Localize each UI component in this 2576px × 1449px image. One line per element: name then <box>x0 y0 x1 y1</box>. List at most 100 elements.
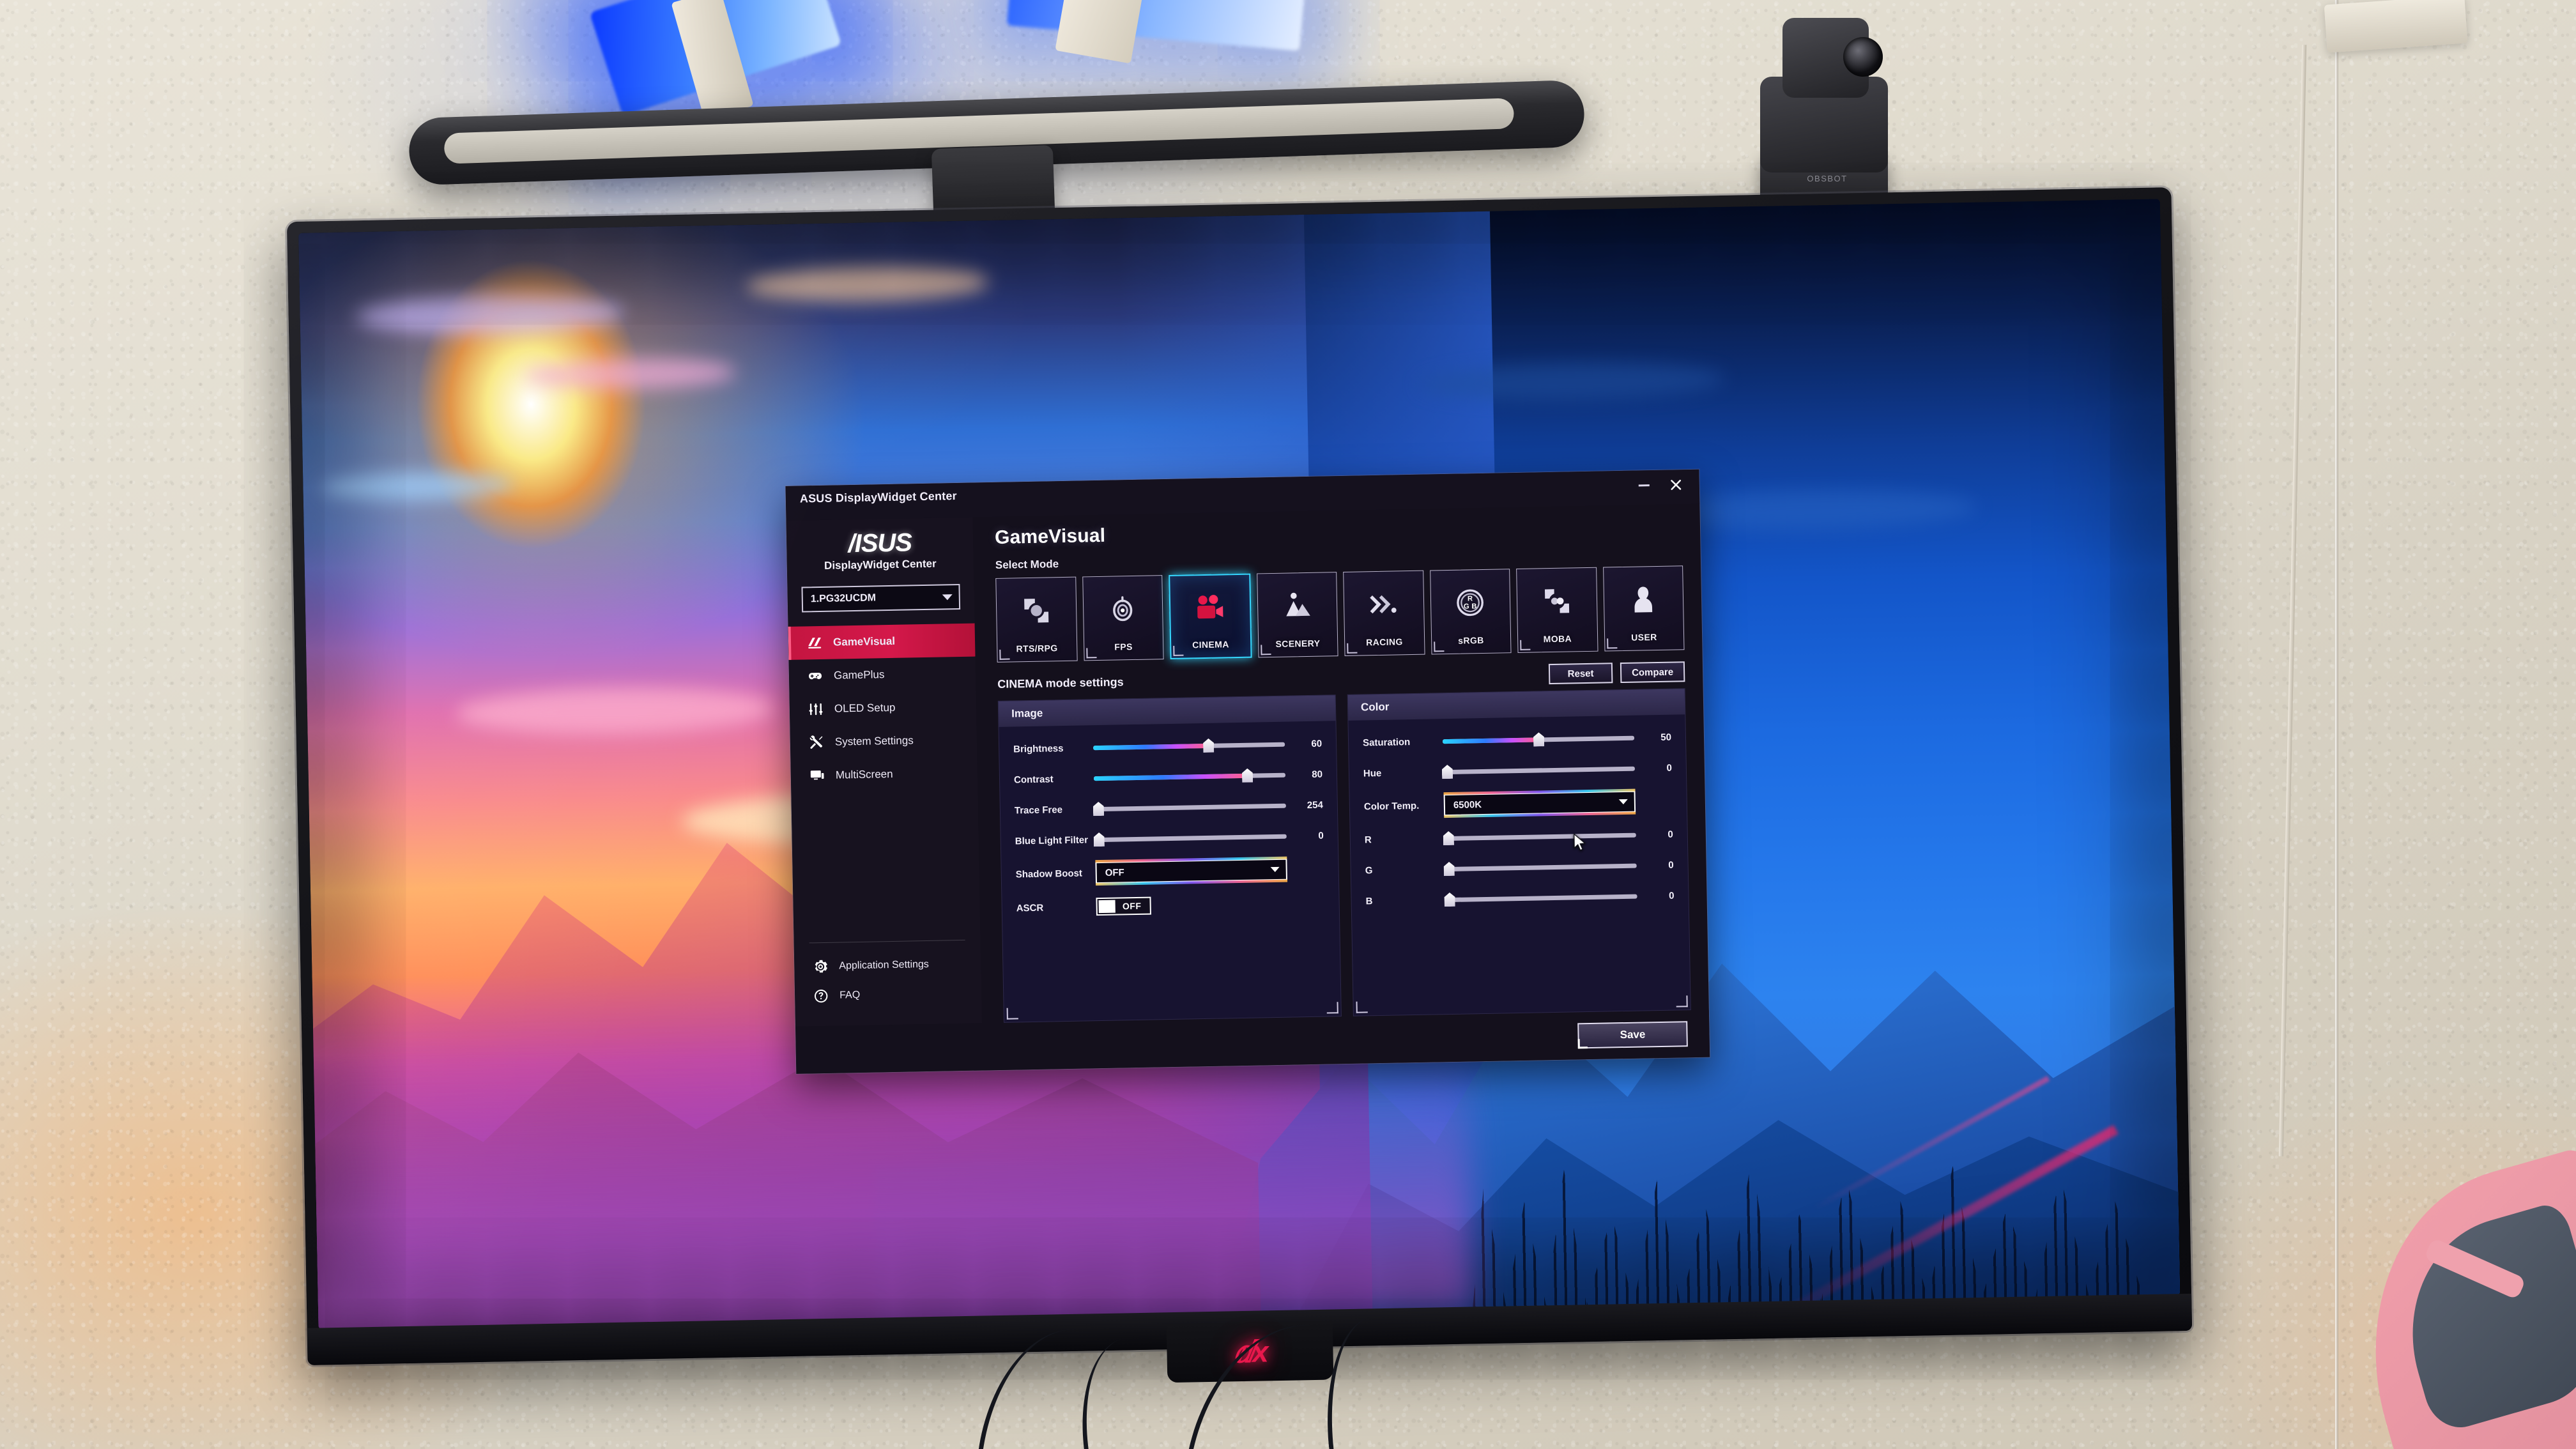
svg-text:B: B <box>1472 602 1477 610</box>
green-slider[interactable] <box>1445 859 1637 876</box>
sidebar-item-label: GameVisual <box>832 634 896 648</box>
mode-label: CINEMA <box>1192 639 1229 650</box>
window-title: ASUS DisplayWidget Center <box>799 489 957 505</box>
slider-track <box>1094 803 1286 811</box>
row-label: Hue <box>1363 767 1382 779</box>
page-title: GameVisual <box>994 525 1106 548</box>
slider-thumb[interactable] <box>1444 893 1455 907</box>
slider-thumb[interactable] <box>1443 831 1454 845</box>
mode-tile-fps[interactable]: FPS <box>1082 575 1164 661</box>
trace-free-slider[interactable] <box>1094 799 1286 816</box>
mode-label: RACING <box>1365 636 1403 648</box>
mode-tile-moba[interactable]: MOBA <box>1516 567 1598 653</box>
row-label: G <box>1365 864 1373 876</box>
minimize-button[interactable] <box>1629 473 1659 498</box>
gear-icon <box>812 958 829 975</box>
red-value: 0 <box>1667 829 1673 840</box>
cinema-icon <box>1193 575 1227 640</box>
slider-thumb[interactable] <box>1444 862 1455 876</box>
monitor-select-dropdown[interactable]: 1.PG32UCDM <box>801 583 961 613</box>
mode-tile-user[interactable]: USER <box>1602 565 1685 652</box>
asus-logo: /ISUS <box>848 528 912 558</box>
image-panel: Image Brightness 60 Contrast 80 Trace Fr… <box>997 694 1342 1023</box>
chevron-down-icon <box>1270 866 1280 873</box>
gamepad-icon <box>807 668 824 684</box>
mode-tile-rts-rpg[interactable]: RTS/RPG <box>995 576 1078 663</box>
mode-label: sRGB <box>1458 634 1484 646</box>
monitor: ASUS DisplayWidget Center /ISUS DisplayW… <box>286 187 2193 1383</box>
slider-track <box>1445 894 1637 902</box>
rts-rpg-icon <box>1020 578 1053 643</box>
row-label: Blue Light Filter <box>1015 834 1089 847</box>
contrast-value: 80 <box>1312 769 1323 780</box>
setting-row-blue-light-filter: Blue Light Filter 0 <box>1015 827 1324 850</box>
row-label: Shadow Boost <box>1015 868 1083 880</box>
sidebar-item-multiscreen[interactable]: MultiScreen <box>790 756 977 793</box>
slider-track <box>1445 863 1637 871</box>
webcam-lens-icon <box>1843 37 1883 77</box>
reset-button[interactable]: Reset <box>1548 663 1613 685</box>
sidebar-item-label: System Settings <box>834 734 914 748</box>
mode-settings-title: CINEMA mode settings <box>997 675 1124 691</box>
setting-row-red: R 0 <box>1365 826 1673 848</box>
blue-light-filter-slider[interactable] <box>1095 829 1287 847</box>
red-slider[interactable] <box>1445 828 1636 845</box>
sidebar-item-oled-setup[interactable]: OLED Setup <box>789 690 976 726</box>
brand-subtitle: DisplayWidget Center <box>824 557 937 572</box>
color-temp-dropdown[interactable]: 6500K <box>1443 790 1636 816</box>
slider-thumb[interactable] <box>1203 739 1214 753</box>
save-button[interactable]: Save <box>1577 1021 1688 1049</box>
ascr-toggle[interactable]: OFF <box>1096 896 1151 916</box>
sidebar-item-application-settings[interactable]: Application Settings <box>794 949 981 981</box>
mode-tile-racing[interactable]: RACING <box>1343 570 1425 656</box>
saturation-slider[interactable] <box>1442 731 1635 748</box>
sliders-icon <box>808 701 824 717</box>
sidebar-item-gameplus[interactable]: GamePlus <box>789 657 976 693</box>
slider-thumb[interactable] <box>1093 802 1104 816</box>
color-panel: Color Saturation 50 Hue 0 Color Temp. 65… <box>1347 688 1691 1016</box>
scenery-icon <box>1280 573 1314 639</box>
sidebar-item-faq[interactable]: FAQ <box>795 978 982 1011</box>
slider-fill <box>1093 743 1209 750</box>
sidebar-bottom-nav: Application Settings FAQ <box>794 939 982 1026</box>
display-visual-icon <box>806 634 823 651</box>
color-panel-body: Saturation 50 Hue 0 Color Temp. 6500K R … <box>1348 714 1690 1016</box>
monitor-select-value: 1.PG32UCDM <box>810 592 877 605</box>
mode-tile-cinema[interactable]: CINEMA <box>1169 573 1252 659</box>
displaywidget-center-window: ASUS DisplayWidget Center /ISUS DisplayW… <box>785 469 1710 1074</box>
saturation-value: 50 <box>1660 732 1672 743</box>
close-button[interactable] <box>1660 472 1690 497</box>
setting-row-contrast: Contrast 80 <box>1014 766 1322 788</box>
compare-button[interactable]: Compare <box>1620 661 1685 684</box>
slider-track <box>1094 834 1287 842</box>
mode-label: MOBA <box>1543 633 1572 645</box>
mode-tile-scenery[interactable]: SCENERY <box>1256 572 1338 658</box>
sidebar-item-gamevisual[interactable]: GameVisual <box>788 623 976 660</box>
monitor-icon <box>809 767 825 784</box>
blue-slider[interactable] <box>1445 889 1637 907</box>
user-icon <box>1627 567 1660 632</box>
settings-header-buttons: Reset Compare <box>1548 661 1685 685</box>
sidebar-item-system-settings[interactable]: System Settings <box>790 723 977 760</box>
svg-text:G: G <box>1464 603 1469 611</box>
window-controls <box>1629 472 1690 498</box>
brightness-slider[interactable] <box>1093 737 1285 755</box>
setting-row-shadow-boost: Shadow Boost OFF <box>1015 858 1324 885</box>
sidebar-item-label: GamePlus <box>833 668 885 682</box>
mode-grid: RTS/RPG FPS CINEMA SCENERY RACING R G B … <box>995 565 1685 663</box>
row-label: R <box>1364 834 1372 845</box>
shadow-boost-spacer <box>1287 869 1324 870</box>
slider-thumb[interactable] <box>1442 765 1453 779</box>
slider-thumb[interactable] <box>1533 732 1544 746</box>
contrast-slider[interactable] <box>1093 768 1286 785</box>
slider-thumb[interactable] <box>1094 832 1105 847</box>
shadow-boost-dropdown[interactable]: OFF <box>1095 858 1287 884</box>
setting-row-brightness: Brightness 60 <box>1013 735 1322 758</box>
mode-tile-srgb[interactable]: RGB sRGB <box>1429 569 1512 655</box>
setting-row-trace-free: Trace Free 254 <box>1015 797 1323 819</box>
hue-slider[interactable] <box>1443 762 1635 779</box>
question-circle-icon <box>813 988 829 1004</box>
color-temp-spacer <box>1636 801 1673 802</box>
row-label: ASCR <box>1016 902 1044 914</box>
slider-thumb[interactable] <box>1242 769 1253 783</box>
